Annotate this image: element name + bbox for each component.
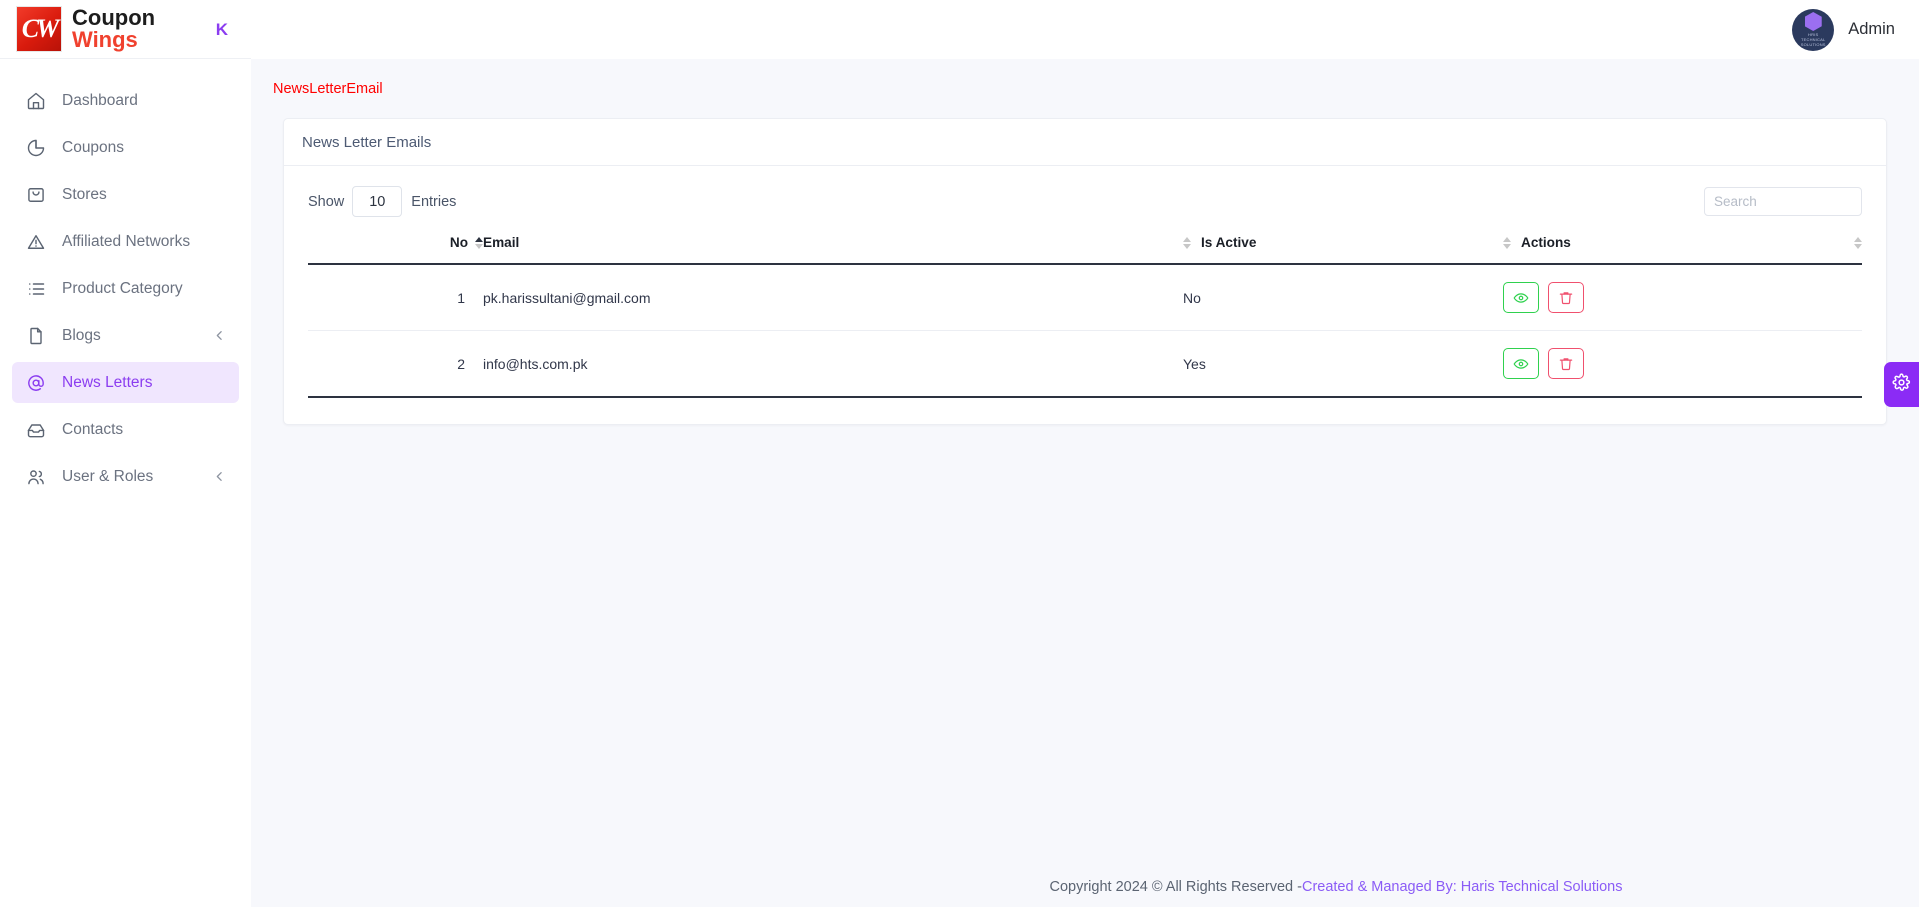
shopping-bag-icon <box>25 184 46 205</box>
avatar-line-2: TECHNICAL SOLUTIONS <box>1800 37 1826 47</box>
sidebar-item-label: User & Roles <box>62 467 154 485</box>
cell-actions <box>1503 330 1862 397</box>
brand-wordmark: Coupon Wings <box>72 4 156 52</box>
news-letter-emails-table: No Email Is Active Actions 1 pk.harissul… <box>308 235 1862 397</box>
sidebar-item-contacts[interactable]: Contacts <box>12 409 239 450</box>
table-row: 2 info@hts.com.pk Yes <box>308 330 1862 397</box>
list-icon <box>25 278 46 299</box>
sidebar-nav: Dashboard Coupons Stores Affiliated Netw… <box>0 59 251 497</box>
sidebar-item-dashboard[interactable]: Dashboard <box>12 80 239 121</box>
sidebar-item-label: Affiliated Networks <box>62 232 191 250</box>
file-icon <box>25 325 46 346</box>
news-letter-emails-card: News Letter Emails Show Entries <box>283 118 1887 425</box>
show-label: Show <box>308 193 345 210</box>
page-length-input[interactable] <box>352 186 403 217</box>
column-label: Actions <box>1521 235 1571 250</box>
brand-line-2: Wings <box>72 27 138 52</box>
sidebar-item-affiliated-networks[interactable]: Affiliated Networks <box>12 221 239 262</box>
brand-header: CW Coupon Wings K <box>0 0 251 59</box>
sidebar-item-coupons[interactable]: Coupons <box>12 127 239 168</box>
settings-toggle-button[interactable] <box>1884 362 1919 407</box>
column-label: No <box>449 235 468 250</box>
hexagon-logo-icon <box>1804 12 1822 31</box>
sidebar-item-news-letters[interactable]: News Letters <box>12 362 239 403</box>
column-header-email[interactable]: Email <box>483 235 1183 265</box>
column-header-actions[interactable]: Actions <box>1503 235 1862 265</box>
delete-button[interactable] <box>1548 348 1584 379</box>
sidebar-item-label: News Letters <box>62 373 153 391</box>
gear-icon <box>1892 373 1911 397</box>
page-length-control: Show Entries <box>308 186 456 217</box>
app-root: CW Coupon Wings K Dashboard Coupons Stor… <box>0 0 1919 907</box>
topbar: HRIS TECHNICAL SOLUTIONS Admin <box>251 0 1919 59</box>
column-label: Is Active <box>1201 235 1257 250</box>
sort-indicator-icon <box>1183 236 1191 249</box>
table-header-row: No Email Is Active Actions <box>308 235 1862 265</box>
trash-icon <box>1558 356 1574 372</box>
users-icon <box>25 466 46 487</box>
column-header-no[interactable]: No <box>308 235 483 265</box>
breadcrumb[interactable]: NewsLetterEmail <box>251 59 383 97</box>
alert-triangle-icon <box>25 231 46 252</box>
footer-credit-link[interactable]: Created & Managed By: Haris Technical So… <box>1302 879 1623 895</box>
page-title: News Letter Emails <box>302 134 432 151</box>
cell-is-active: Yes <box>1183 330 1503 397</box>
inbox-icon <box>25 419 46 440</box>
table-head: No Email Is Active Actions <box>308 235 1862 265</box>
sidebar-item-product-category[interactable]: Product Category <box>12 268 239 309</box>
column-label: Email <box>483 235 520 250</box>
sidebar-item-label: Stores <box>62 185 107 203</box>
cell-email: info@hts.com.pk <box>483 330 1183 397</box>
column-header-is-active[interactable]: Is Active <box>1183 235 1503 265</box>
user-menu[interactable]: HRIS TECHNICAL SOLUTIONS Admin <box>1792 8 1895 51</box>
sidebar-collapse-button[interactable]: K <box>207 15 237 44</box>
cell-actions <box>1503 264 1862 331</box>
sort-indicator-icon <box>1503 236 1511 249</box>
sidebar-item-label: Blogs <box>62 326 101 344</box>
logo-mark-icon: CW <box>16 6 62 52</box>
sidebar-item-label: Product Category <box>62 279 183 297</box>
view-button[interactable] <box>1503 282 1539 313</box>
at-sign-icon <box>25 372 46 393</box>
cell-is-active: No <box>1183 264 1503 331</box>
chevron-left-icon <box>213 470 226 483</box>
table-body: 1 pk.harissultani@gmail.com No 2 info@ht… <box>308 264 1862 397</box>
sort-indicator-asc-icon <box>475 236 483 249</box>
copyright-text: Copyright 2024 © All Rights Reserved - <box>1049 879 1302 895</box>
trash-icon <box>1558 290 1574 306</box>
user-name-label: Admin <box>1848 20 1895 38</box>
card-body: Show Entries No <box>284 166 1886 424</box>
sidebar-item-stores[interactable]: Stores <box>12 174 239 215</box>
brand-line-1: Coupon <box>72 4 156 30</box>
main-area: HRIS TECHNICAL SOLUTIONS Admin NewsLette… <box>251 0 1919 907</box>
delete-button[interactable] <box>1548 282 1584 313</box>
cell-email: pk.harissultani@gmail.com <box>483 264 1183 331</box>
sidebar: CW Coupon Wings K Dashboard Coupons Stor… <box>0 0 251 907</box>
entries-label: Entries <box>411 193 457 210</box>
pie-chart-icon <box>25 137 46 158</box>
avatar: HRIS TECHNICAL SOLUTIONS <box>1792 8 1835 51</box>
sort-indicator-icon <box>1854 236 1862 249</box>
eye-icon <box>1513 356 1529 372</box>
table-row: 1 pk.harissultani@gmail.com No <box>308 264 1862 331</box>
content-region: NewsLetterEmail News Letter Emails Show … <box>251 59 1919 907</box>
sidebar-item-label: Coupons <box>62 138 125 156</box>
cell-no: 2 <box>308 330 483 397</box>
table-footer-rule <box>308 396 1862 398</box>
search-input[interactable] <box>1704 187 1862 216</box>
eye-icon <box>1513 290 1529 306</box>
chevron-left-icon <box>213 329 226 342</box>
card-header: News Letter Emails <box>284 119 1886 166</box>
home-icon <box>25 90 46 111</box>
sidebar-item-user-and-roles[interactable]: User & Roles <box>12 456 239 497</box>
footer: Copyright 2024 © All Rights Reserved - C… <box>502 867 1919 907</box>
sidebar-item-label: Contacts <box>62 420 124 438</box>
sidebar-item-label: Dashboard <box>62 91 138 109</box>
sidebar-item-blogs[interactable]: Blogs <box>12 315 239 356</box>
cell-no: 1 <box>308 264 483 331</box>
table-controls: Show Entries <box>308 186 1862 217</box>
view-button[interactable] <box>1503 348 1539 379</box>
